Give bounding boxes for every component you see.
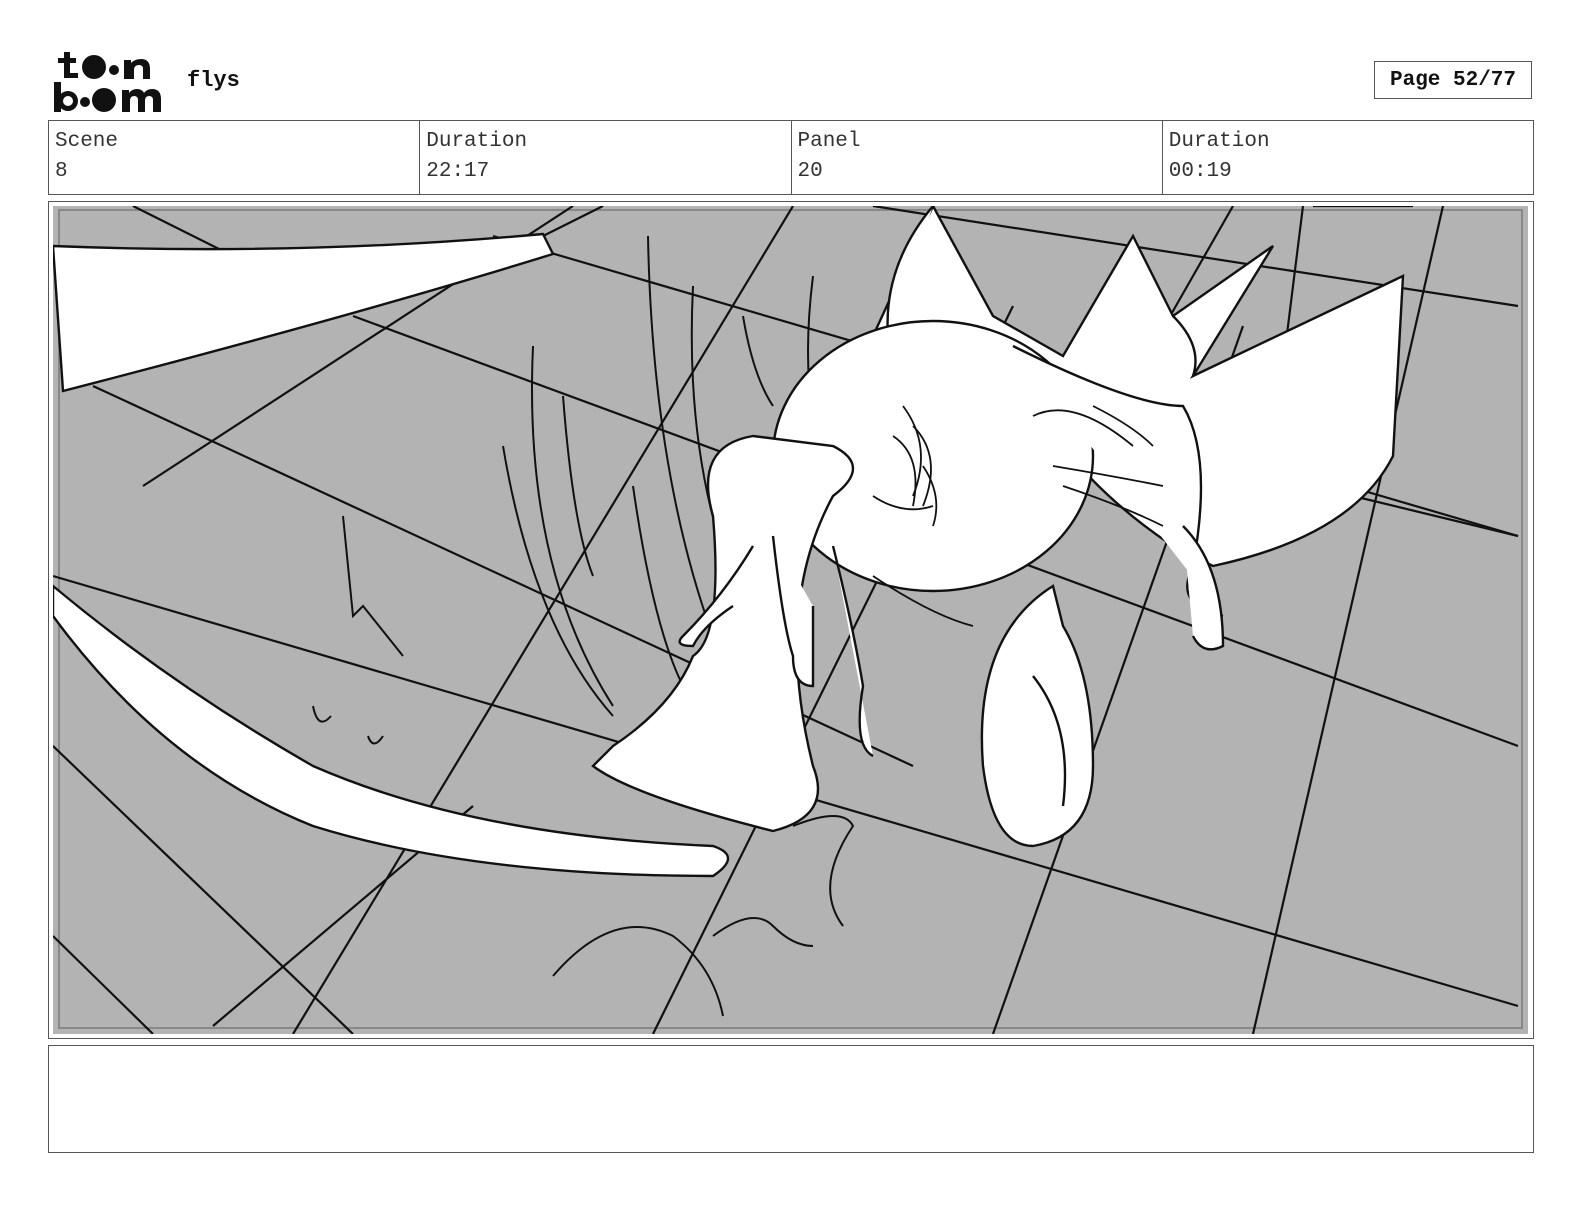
panel-label: Panel [797, 130, 861, 153]
scene-cell: Scene 8 [49, 121, 421, 194]
storyboard-panel [48, 201, 1534, 1039]
panel-duration-cell: Duration 00:19 [1163, 121, 1533, 194]
scene-duration-value: 22:17 [426, 160, 490, 183]
panel-duration-value: 00:19 [1168, 160, 1232, 183]
panel-value: 20 [797, 160, 823, 183]
toonboom-logo [50, 50, 168, 114]
scene-info-table: Scene 8 Duration 22:17 Panel 20 Duration… [48, 120, 1534, 195]
toonboom-logo-mark [54, 52, 161, 112]
sketch-drawing [53, 206, 1528, 1034]
notes-box [48, 1045, 1534, 1153]
page-label: Page 52/77 [1389, 68, 1517, 92]
page-indicator: Page 52/77 [1374, 61, 1532, 99]
panel-cell: Panel 20 [792, 121, 1163, 194]
panel-duration-label: Duration [1168, 130, 1270, 153]
project-title: flys [187, 68, 240, 93]
scene-value: 8 [55, 160, 68, 183]
storyboard-sketch [53, 206, 1528, 1034]
scene-duration-label: Duration [426, 130, 528, 153]
scene-label: Scene [55, 130, 119, 153]
scene-duration-cell: Duration 22:17 [420, 121, 792, 194]
